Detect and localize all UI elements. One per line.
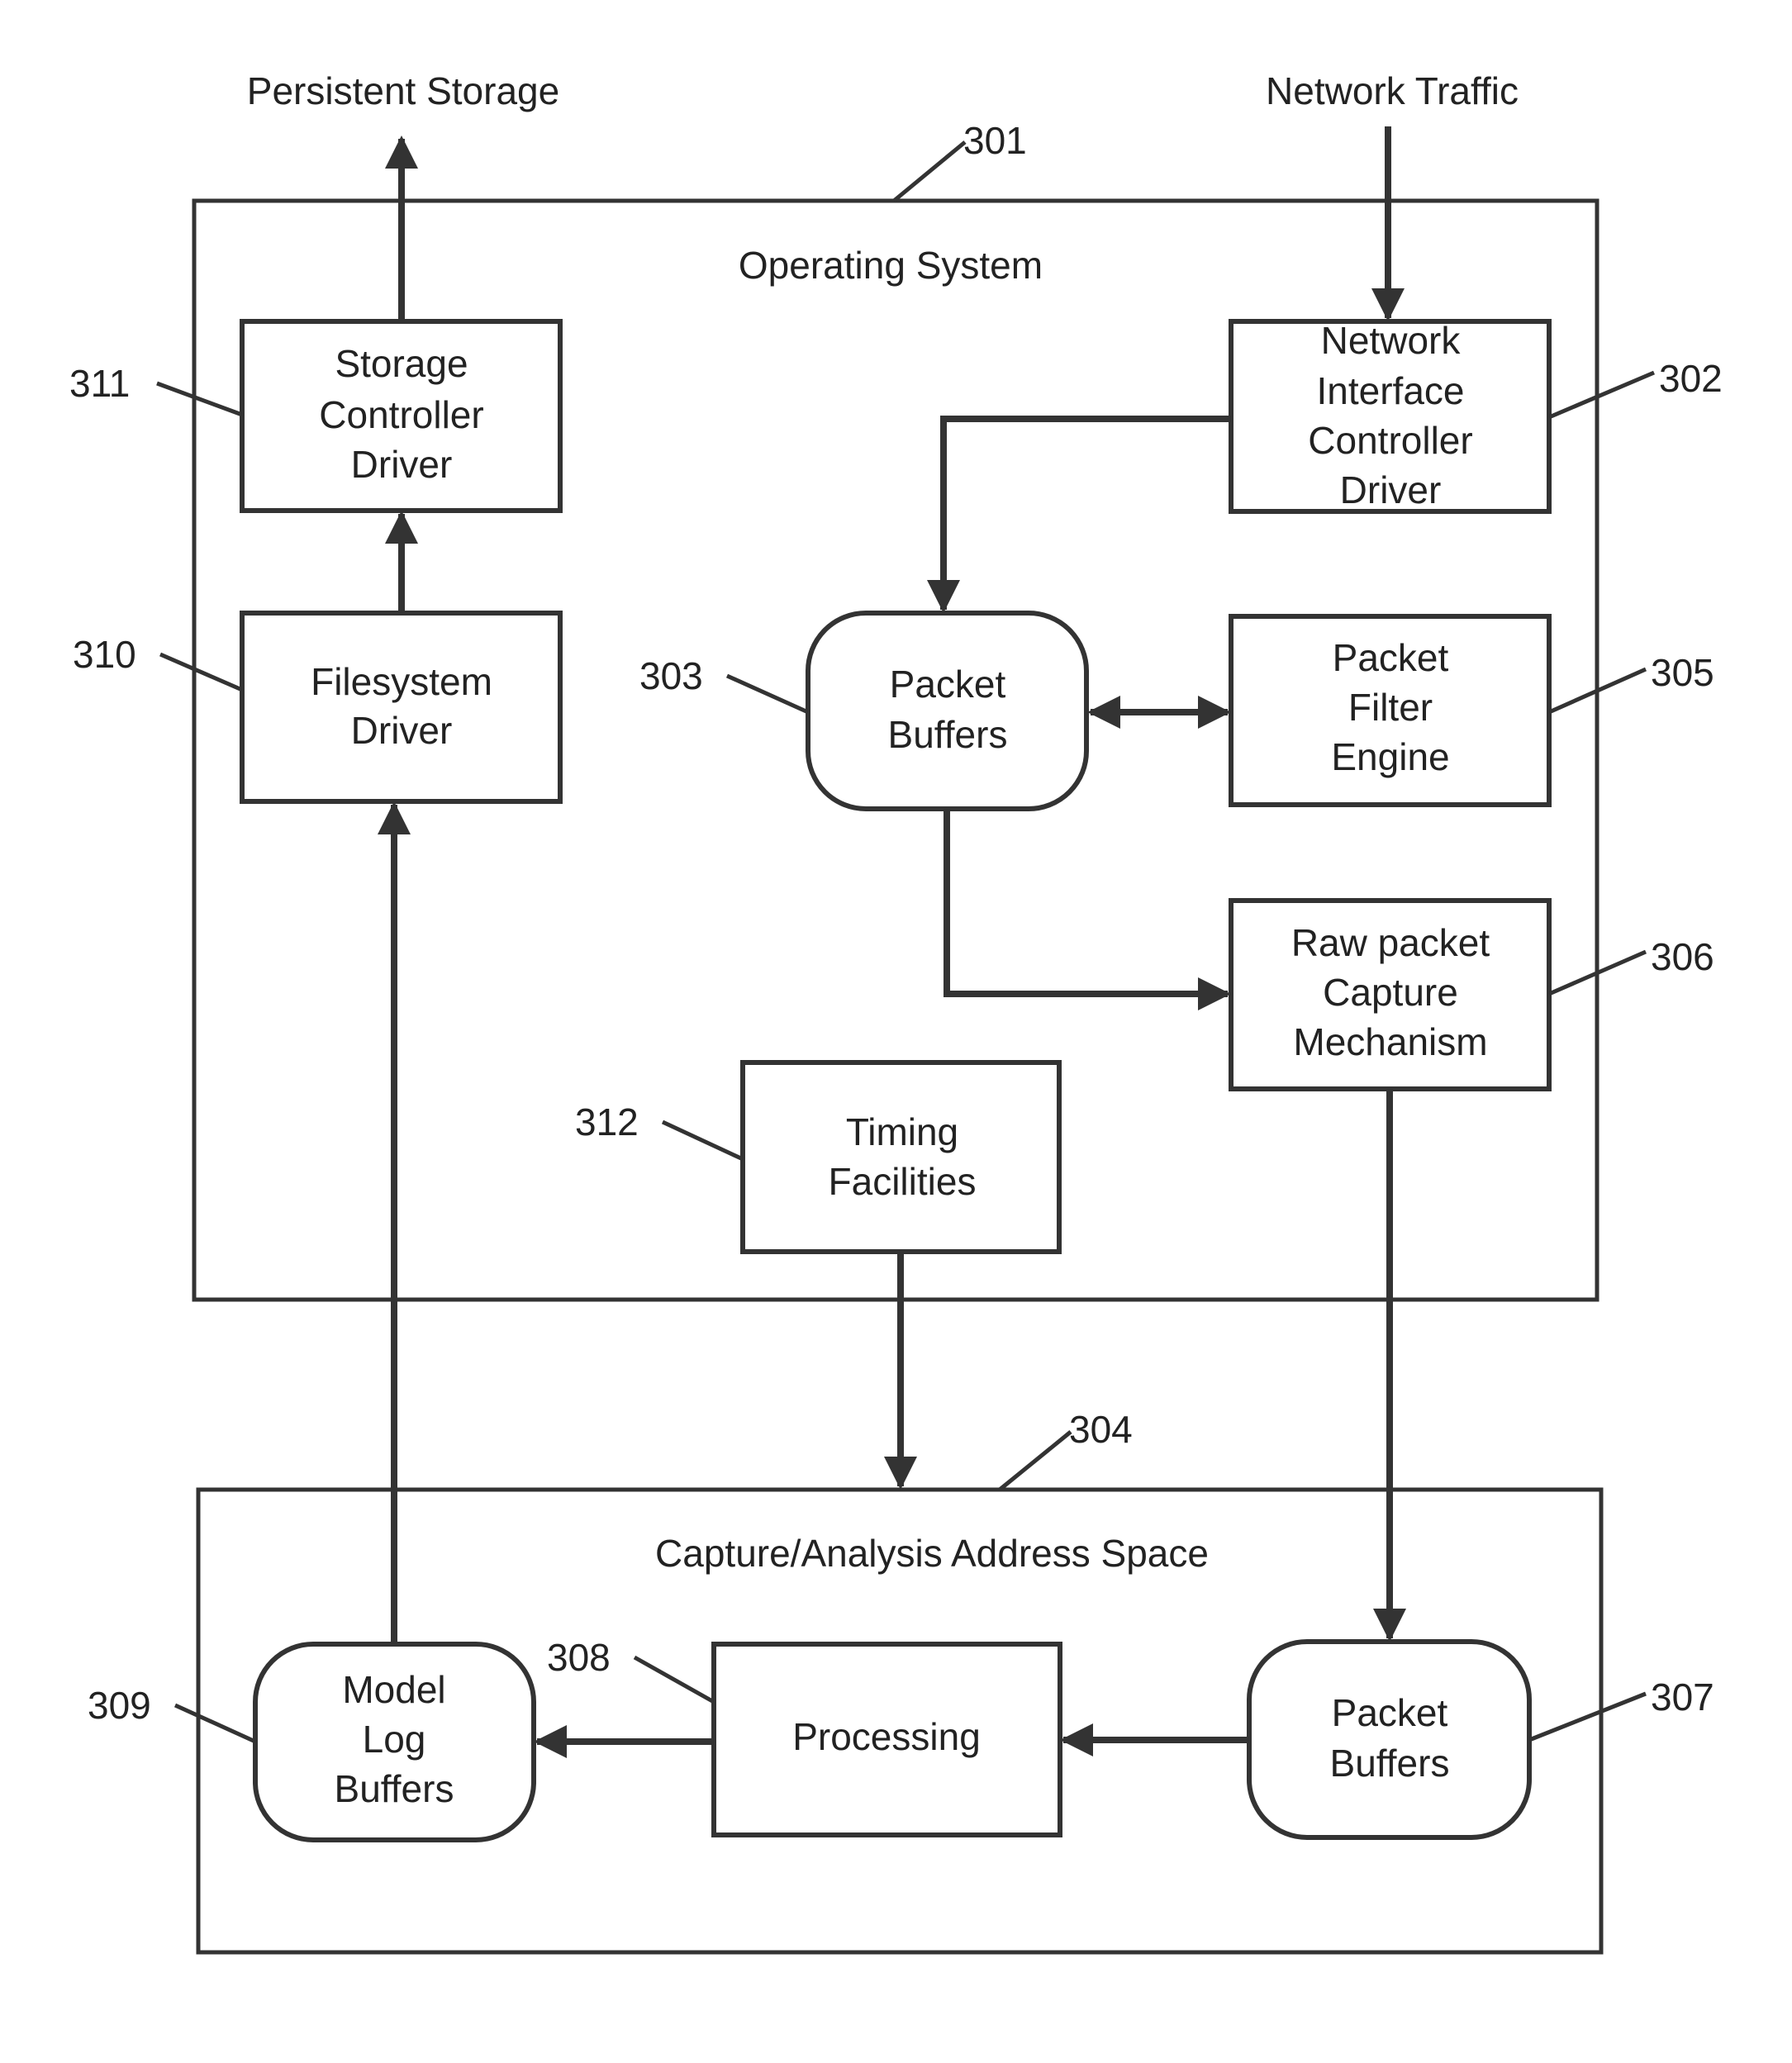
- svg-text:Filesystem: Filesystem: [311, 660, 492, 703]
- svg-text:Mechanism: Mechanism: [1293, 1020, 1487, 1063]
- svg-text:Buffers: Buffers: [888, 713, 1008, 756]
- svg-text:307: 307: [1651, 1676, 1714, 1718]
- ref-310: 310: [73, 633, 243, 692]
- svg-text:Packet: Packet: [890, 663, 1006, 706]
- svg-text:301: 301: [963, 119, 1027, 162]
- raw-packet-capture-block: Raw packet Capture Mechanism: [1229, 898, 1552, 1091]
- svg-text:306: 306: [1651, 935, 1714, 978]
- ref-304: 304: [998, 1408, 1133, 1491]
- svg-text:Packet: Packet: [1333, 636, 1449, 679]
- ref-309: 309: [88, 1684, 257, 1744]
- svg-text:Buffers: Buffers: [335, 1767, 454, 1810]
- timing-facilities-block: Timing Facilities: [740, 1060, 1062, 1254]
- svg-text:Engine: Engine: [1331, 735, 1449, 778]
- svg-text:Driver: Driver: [351, 709, 453, 752]
- packet-filter-engine-block: Packet Filter Engine: [1229, 614, 1552, 807]
- svg-text:Facilities: Facilities: [829, 1160, 977, 1203]
- svg-text:304: 304: [1069, 1408, 1133, 1451]
- svg-text:Filter: Filter: [1348, 686, 1433, 729]
- processing-block: Processing: [711, 1642, 1062, 1837]
- svg-text:Controller: Controller: [319, 393, 483, 436]
- svg-text:303: 303: [639, 654, 703, 697]
- persistent-storage-label: Persistent Storage: [247, 69, 559, 112]
- filesystem-driver-block: Filesystem Driver: [240, 611, 563, 804]
- svg-text:Log: Log: [363, 1718, 426, 1761]
- arrow-nic-to-buffers: [927, 416, 1231, 613]
- svg-text:Buffers: Buffers: [1330, 1742, 1450, 1785]
- model-log-buffers-block: Model Log Buffers: [253, 1642, 536, 1842]
- svg-text:Timing: Timing: [846, 1110, 958, 1153]
- svg-text:310: 310: [73, 633, 136, 676]
- svg-text:Model: Model: [342, 1668, 445, 1711]
- ref-308: 308: [547, 1636, 715, 1704]
- svg-text:Driver: Driver: [1340, 468, 1442, 511]
- network-traffic-label: Network Traffic: [1266, 69, 1519, 112]
- svg-text:Packet: Packet: [1332, 1691, 1448, 1734]
- ref-307: 307: [1528, 1676, 1714, 1742]
- storage-controller-driver-block: Storage Controller Driver: [240, 319, 563, 513]
- svg-text:305: 305: [1651, 651, 1714, 694]
- svg-text:311: 311: [69, 362, 130, 405]
- ref-302: 302: [1548, 357, 1723, 420]
- svg-text:Interface: Interface: [1317, 369, 1465, 412]
- ref-306: 306: [1548, 935, 1714, 996]
- ref-303: 303: [639, 654, 810, 715]
- ref-311: 311: [69, 362, 243, 417]
- diagram-canvas: Operating System Capture/Analysis Addres…: [69, 69, 1723, 1955]
- svg-text:Network: Network: [1321, 319, 1462, 362]
- svg-text:Driver: Driver: [351, 443, 453, 486]
- svg-text:Raw packet: Raw packet: [1291, 921, 1490, 964]
- svg-text:309: 309: [88, 1684, 151, 1727]
- svg-text:Capture: Capture: [1323, 971, 1458, 1014]
- nic-driver-block: Network Interface Controller Driver: [1229, 319, 1552, 514]
- svg-text:Processing: Processing: [792, 1715, 981, 1758]
- ref-312: 312: [575, 1100, 744, 1162]
- ref-301: 301: [892, 119, 1027, 202]
- svg-text:312: 312: [575, 1100, 639, 1143]
- svg-text:308: 308: [547, 1636, 611, 1679]
- svg-text:Controller: Controller: [1308, 419, 1472, 462]
- capture-analysis-title: Capture/Analysis Address Space: [655, 1532, 1209, 1575]
- operating-system-title: Operating System: [739, 244, 1043, 287]
- ref-305: 305: [1547, 651, 1714, 715]
- svg-text:302: 302: [1659, 357, 1723, 400]
- packet-buffers-capture-block: Packet Buffers: [1247, 1639, 1532, 1840]
- arrow-buffers-to-raw-capture: [944, 809, 1231, 1010]
- packet-buffers-os-block: Packet Buffers: [806, 611, 1089, 811]
- svg-text:Storage: Storage: [335, 342, 468, 385]
